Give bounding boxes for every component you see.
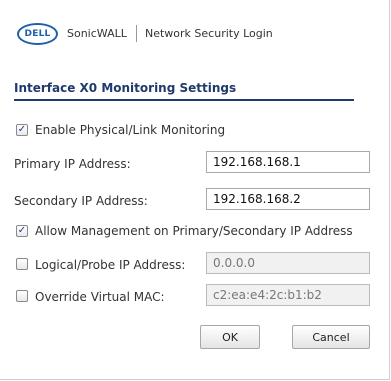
ok-button[interactable]: OK [200,325,260,349]
allow-management-checkbox[interactable]: ✓ [16,225,28,237]
enable-monitoring-checkbox[interactable]: ✓ [16,124,28,136]
override-mac-input[interactable]: c2:ea:e4:2c:b1:b2 [206,284,370,306]
primary-ip-label: Primary IP Address: [14,157,131,171]
logical-probe-input[interactable]: 0.0.0.0 [206,252,370,274]
section-title: Interface X0 Monitoring Settings [14,81,354,101]
brand-name: SonicWALL [67,27,127,40]
monitoring-settings-dialog: DELL SonicWALL Network Security Login In… [0,0,390,380]
enable-monitoring-label: Enable Physical/Link Monitoring [35,123,226,137]
primary-ip-input[interactable]: 192.168.168.1 [206,151,370,173]
override-mac-checkbox[interactable] [16,290,28,302]
checkmark-icon: ✓ [17,124,27,135]
logical-probe-checkbox[interactable] [16,258,28,270]
header: DELL SonicWALL Network Security Login [0,0,389,68]
cancel-button[interactable]: Cancel [292,325,370,349]
secondary-ip-label: Secondary IP Address: [14,194,148,208]
logo-text: DELL [24,29,51,39]
override-mac-label: Override Virtual MAC: [35,290,165,304]
dell-logo: DELL [17,23,58,45]
logical-probe-label: Logical/Probe IP Address: [35,258,186,272]
header-subtitle: Network Security Login [145,27,273,40]
allow-management-label: Allow Management on Primary/Secondary IP… [35,224,353,238]
checkmark-icon: ✓ [17,225,27,236]
header-divider [136,25,137,42]
secondary-ip-input[interactable]: 192.168.168.2 [206,188,370,210]
